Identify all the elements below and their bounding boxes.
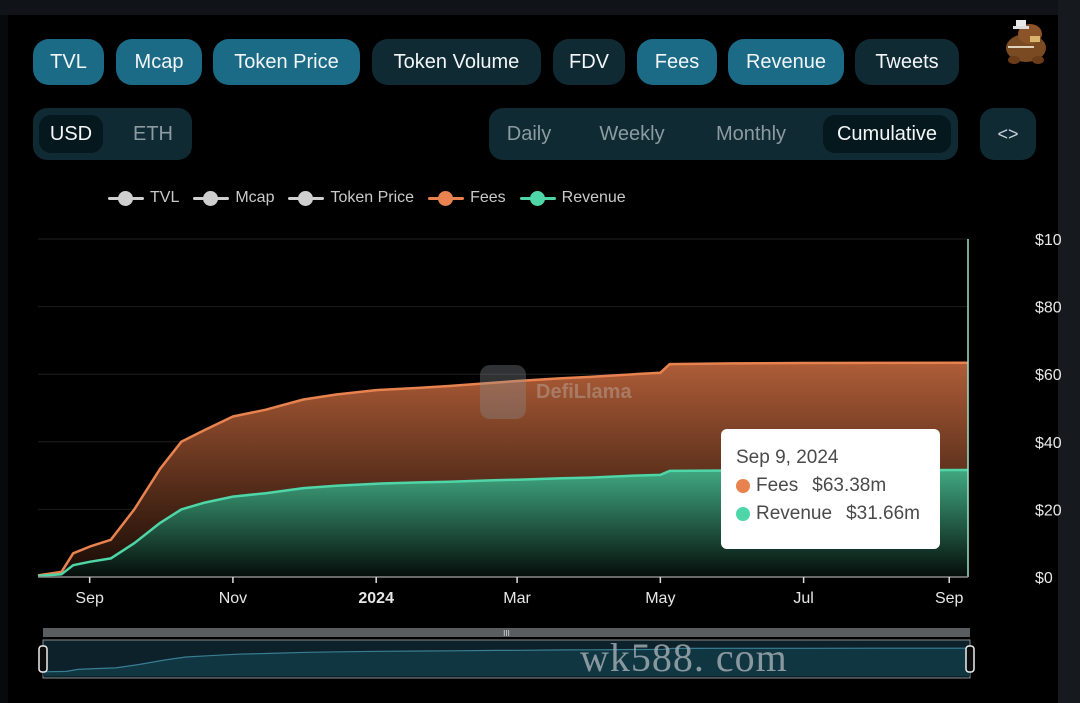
legend-marker-icon: [428, 188, 465, 208]
legend-label: Revenue: [561, 189, 626, 206]
x-tick-label: Sep: [935, 590, 964, 607]
tooltip-series-name: Revenue: [756, 503, 833, 524]
brush-left-handle[interactable]: [38, 645, 48, 673]
x-tick-label: Jul: [793, 590, 813, 607]
legend-item-revenue[interactable]: Revenue: [519, 188, 626, 208]
overlay-watermark: wk588. com: [580, 635, 788, 680]
period-daily[interactable]: Daily: [497, 115, 561, 153]
tooltip-date: Sep 9, 2024: [736, 447, 839, 468]
tab-label: FDV: [569, 50, 609, 73]
legend-marker-icon: [519, 188, 556, 208]
legend-label: Mcap: [235, 189, 275, 206]
currency-toggle: USD ETH: [33, 108, 192, 160]
tooltip-series-name: Fees: [756, 475, 799, 496]
defillama-logo-icon: [480, 365, 526, 419]
period-cumulative[interactable]: Cumulative: [823, 115, 951, 153]
tab-token-volume[interactable]: Token Volume: [372, 39, 541, 85]
tab-tweets[interactable]: Tweets: [855, 39, 959, 85]
code-brackets-icon: <>: [997, 123, 1019, 144]
option-label: USD: [49, 122, 93, 145]
tooltip-row-fees: Fees $63.38m: [736, 475, 940, 497]
tooltip-row-revenue: Revenue $31.66m: [736, 503, 940, 525]
tab-tvl[interactable]: TVL: [33, 39, 104, 85]
x-tick-label: Sep: [75, 590, 104, 607]
y-tick-label: $10: [1035, 232, 1062, 249]
legend-label: Fees: [470, 189, 506, 206]
legend-label: Token Price: [330, 189, 415, 206]
option-label: Daily: [506, 122, 552, 145]
x-tick-label: Mar: [503, 590, 531, 607]
option-label: ETH: [133, 122, 173, 145]
legend-item-tvl[interactable]: TVL: [108, 188, 179, 208]
tab-token-price[interactable]: Token Price: [213, 39, 360, 85]
defillama-watermark: DefiLlama: [480, 365, 632, 419]
tab-label: Revenue: [745, 50, 827, 73]
tab-revenue[interactable]: Revenue: [728, 39, 844, 85]
tab-label: Mcap: [134, 50, 184, 73]
y-tick-label: $40: [1035, 435, 1062, 452]
tab-fdv[interactable]: FDV: [553, 39, 625, 85]
period-monthly[interactable]: Monthly: [701, 115, 801, 153]
tab-label: Tweets: [875, 50, 939, 73]
tab-label: Fees: [654, 50, 700, 73]
fees-dot-icon: [736, 479, 750, 493]
legend-label: TVL: [150, 189, 180, 206]
legend-item-fees[interactable]: Fees: [428, 188, 506, 208]
embed-button[interactable]: <>: [980, 108, 1036, 160]
top-band: [0, 0, 1080, 15]
tab-label: Token Price: [234, 50, 339, 73]
llama-mascot-icon[interactable]: [1000, 16, 1052, 66]
revenue-dot-icon: [736, 507, 750, 521]
chart-legend: TVL Mcap Token Price Fees Revenue: [108, 186, 640, 210]
watermark-text: DefiLlama: [536, 380, 632, 403]
legend-item-mcap[interactable]: Mcap: [193, 188, 274, 208]
currency-usd[interactable]: USD: [39, 115, 103, 153]
y-tick-label: $20: [1035, 502, 1062, 519]
x-tick-label: 2024: [358, 590, 394, 607]
y-tick-label: $0: [1035, 570, 1053, 587]
tab-label: TVL: [50, 50, 87, 73]
legend-item-token-price[interactable]: Token Price: [288, 188, 414, 208]
x-tick-label: Nov: [219, 590, 247, 607]
chart-tooltip: Sep 9, 2024 Fees $63.38m Revenue $31.66m: [721, 429, 940, 549]
period-weekly[interactable]: Weekly: [587, 115, 677, 153]
option-label: Monthly: [715, 122, 787, 145]
tooltip-series-value: $31.66m: [846, 503, 921, 524]
tab-mcap[interactable]: Mcap: [116, 39, 202, 85]
tab-fees[interactable]: Fees: [637, 39, 717, 85]
y-tick-label: $80: [1035, 300, 1062, 317]
x-tick-label: May: [645, 590, 675, 607]
legend-marker-icon: [193, 188, 230, 208]
brush-grip-icon: III: [503, 629, 510, 638]
legend-marker-icon: [288, 188, 325, 208]
brush-right-handle[interactable]: [965, 645, 975, 673]
tooltip-series-value: $63.38m: [812, 475, 887, 496]
option-label: Cumulative: [836, 122, 938, 145]
tab-label: Token Volume: [393, 50, 520, 73]
period-toggle: Daily Weekly Monthly Cumulative: [489, 108, 958, 160]
option-label: Weekly: [599, 122, 665, 145]
y-tick-label: $60: [1035, 367, 1062, 384]
legend-marker-icon: [108, 188, 144, 208]
currency-eth[interactable]: ETH: [121, 115, 185, 153]
